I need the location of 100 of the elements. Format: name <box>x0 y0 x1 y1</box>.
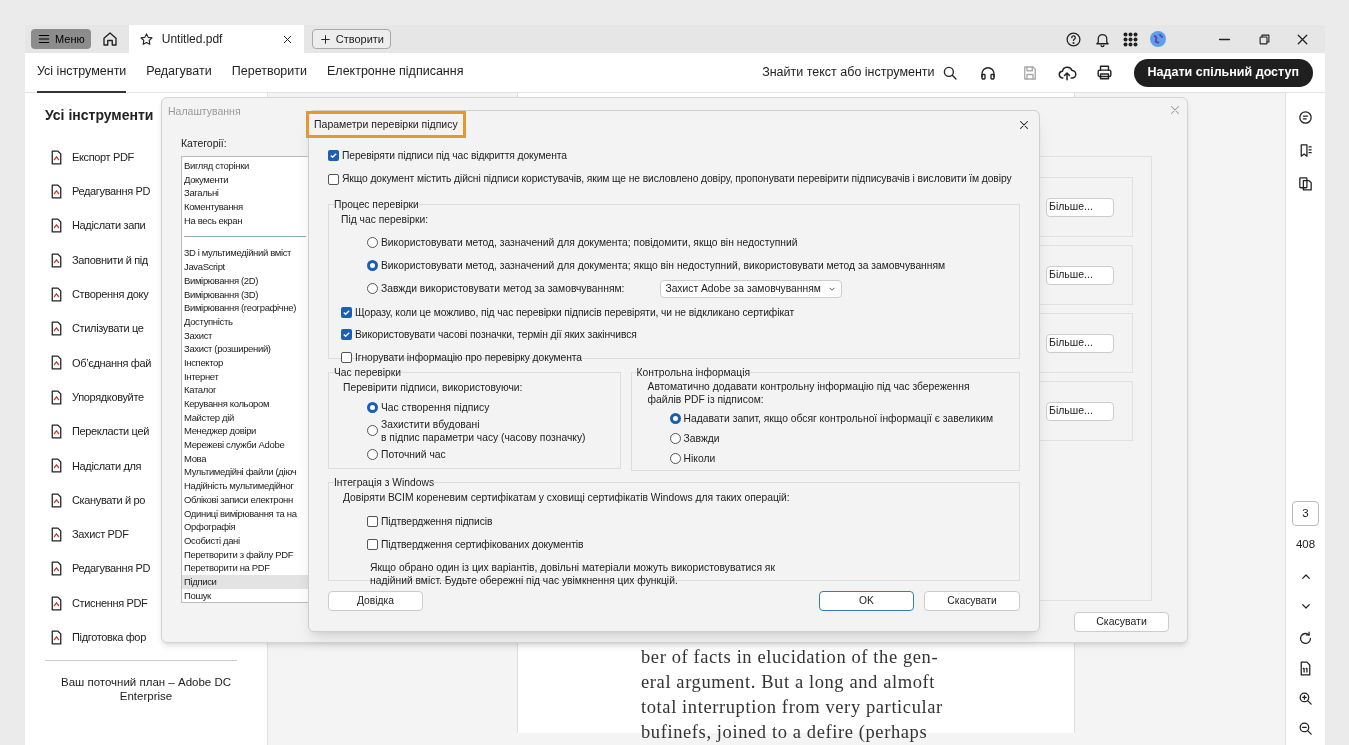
help-button[interactable]: Довідка <box>328 590 423 611</box>
list-item[interactable]: Загальні <box>182 186 308 201</box>
list-item[interactable]: Перетворити на PDF <box>182 561 308 575</box>
list-item[interactable]: Мультимедійні файли (діюч <box>182 465 308 480</box>
list-item[interactable]: 3D і мультимедійний вміст <box>182 246 308 261</box>
zoom-in-icon[interactable] <box>1297 690 1314 707</box>
list-item[interactable]: Захист (розширений) <box>182 342 308 356</box>
tool-item[interactable]: Перекласти цей <box>72 423 149 440</box>
tool-item[interactable]: Заповнити й під <box>72 251 148 269</box>
tool-item[interactable]: Об’єднання фай <box>72 354 152 372</box>
search-field[interactable]: Знайти текст або інструменти <box>762 63 935 82</box>
tool-item[interactable]: Створення доку <box>72 286 149 303</box>
more-button[interactable]: Більше... <box>1046 197 1114 217</box>
list-item[interactable]: Одиниці вимірювання та на <box>182 506 308 521</box>
more-button[interactable]: Більше... <box>1046 265 1114 285</box>
radio-button[interactable] <box>367 401 378 413</box>
tool-item[interactable]: Надіслати запи <box>72 217 146 234</box>
list-item[interactable]: Пошук <box>182 588 308 602</box>
avatar-icon[interactable] <box>1150 31 1166 47</box>
document-tab[interactable]: Untitled.pdf <box>128 25 304 53</box>
tool-item[interactable]: Стиснення PDF <box>72 594 148 612</box>
tool-item[interactable]: Редагування PD <box>72 560 151 577</box>
list-item[interactable]: Вимірювання (3D) <box>182 287 308 302</box>
cancel-button[interactable]: Скасувати <box>1074 612 1169 632</box>
cancel-button[interactable]: Скасувати <box>924 590 1020 611</box>
new-button[interactable]: Створити <box>311 29 391 49</box>
tool-item[interactable]: Надіслати для <box>72 457 142 475</box>
radio-button[interactable] <box>669 433 681 445</box>
radio-button[interactable] <box>367 283 378 295</box>
list-item[interactable]: Мова <box>182 451 308 466</box>
radio-button[interactable] <box>367 448 378 460</box>
list-item[interactable]: Особисті дані <box>182 533 308 548</box>
list-item[interactable]: Орфографія <box>182 520 308 534</box>
list-item[interactable]: Перетворити з файлу PDF <box>182 547 308 562</box>
list-item[interactable]: Документи <box>182 172 308 187</box>
menu-button[interactable]: Меню <box>31 29 91 49</box>
rotate-icon[interactable] <box>1297 630 1314 647</box>
apps-grid-icon[interactable] <box>1123 31 1138 47</box>
category-list[interactable] <box>181 156 309 603</box>
tool-item[interactable]: Редагування PD <box>72 183 151 200</box>
dropdown[interactable]: Захист Adobe за замовчуванням <box>660 279 842 298</box>
group-title: Контрольна інформація <box>636 365 751 380</box>
checkbox[interactable] <box>367 515 378 527</box>
list-item[interactable]: Облікові записи електронн <box>182 492 308 507</box>
list-item[interactable]: На весь екран <box>182 213 308 228</box>
radio-button[interactable] <box>367 260 378 272</box>
checkbox[interactable] <box>341 351 352 363</box>
list-item[interactable]: JavaScript <box>182 260 308 274</box>
list-item[interactable]: Підписи <box>182 574 308 589</box>
toolbar-tab[interactable]: Редагувати <box>146 52 212 93</box>
plus-icon <box>318 32 332 46</box>
list-item[interactable]: Мережеві служби Adobe <box>182 438 308 452</box>
toolbar-tab[interactable]: Перетворити <box>231 52 307 93</box>
page-number-field[interactable]: 3 <box>1292 500 1319 526</box>
radio-button[interactable] <box>669 453 681 465</box>
restore-icon[interactable] <box>1257 31 1272 47</box>
tool-item[interactable]: Сканувати й ро <box>72 491 146 509</box>
radio-button[interactable] <box>367 425 378 437</box>
document-text-line: bufinefs, joined to a defire (perhaps <box>641 721 929 744</box>
home-icon[interactable] <box>100 30 119 48</box>
ok-button[interactable]: OK <box>819 590 914 611</box>
group-title: Інтеграція з Windows <box>334 475 435 490</box>
more-button[interactable]: Більше... <box>1046 401 1114 421</box>
zoom-out-icon[interactable] <box>1297 720 1314 737</box>
checkbox[interactable] <box>341 329 352 341</box>
printer-icon[interactable] <box>1094 63 1114 82</box>
radio-button[interactable] <box>367 237 378 249</box>
tool-item[interactable]: Захист PDF <box>72 526 129 543</box>
note-text: Якщо обрано один із цих варіантів, довільні матеріали можуть використовуватися як надійний вміст. Будьте обережні під час увімкнення цих функцій. <box>370 560 776 587</box>
tool-item[interactable]: Стилізувати це <box>72 320 144 337</box>
checkbox[interactable] <box>328 150 339 162</box>
pages-icon[interactable] <box>1297 175 1314 192</box>
list-item[interactable]: Каталог <box>182 383 308 397</box>
list-item[interactable]: Менеджер довіри <box>182 424 308 439</box>
toolbar-tab[interactable]: Електронне підписання <box>327 52 464 93</box>
tool-item[interactable]: Експорт PDF <box>72 148 134 166</box>
tool-item[interactable]: Підготовка фор <box>72 629 146 646</box>
list-item[interactable]: Вимірювання (географічне) <box>182 301 308 315</box>
tool-item[interactable]: Упорядковуйте <box>72 388 144 406</box>
checkbox[interactable] <box>367 539 378 551</box>
radio-label: Завжди використовувати метод за замовчуванням: <box>381 282 625 296</box>
list-item[interactable]: Захист <box>182 328 308 343</box>
radio-button[interactable] <box>669 413 681 425</box>
list-item[interactable]: Надійність мультимедійног <box>182 479 308 493</box>
help-icon[interactable] <box>1065 30 1082 48</box>
checkbox[interactable] <box>328 173 339 185</box>
share-button[interactable]: Надати спільний доступ <box>1133 58 1313 87</box>
list-item[interactable]: Вигляд сторінки <box>182 159 308 173</box>
list-item[interactable]: Інспектор <box>182 355 308 370</box>
list-item[interactable]: Вимірювання (2D) <box>182 273 308 288</box>
radio-label: Використовувати метод, зазначений для документа; якщо він недоступний, використовувати метод за замовчуванням <box>381 259 946 273</box>
comment-icon[interactable] <box>1297 109 1314 126</box>
list-item[interactable]: Інтернет <box>182 369 308 384</box>
list-item[interactable]: Майстер дій <box>182 410 308 425</box>
list-item[interactable]: Доступність <box>182 314 308 329</box>
checkbox[interactable] <box>341 306 352 318</box>
more-button[interactable]: Більше... <box>1046 333 1114 353</box>
group-title: Процес перевірки <box>334 197 419 212</box>
list-item[interactable]: Керування кольором <box>182 397 308 411</box>
list-item[interactable]: Коментування <box>182 200 308 214</box>
